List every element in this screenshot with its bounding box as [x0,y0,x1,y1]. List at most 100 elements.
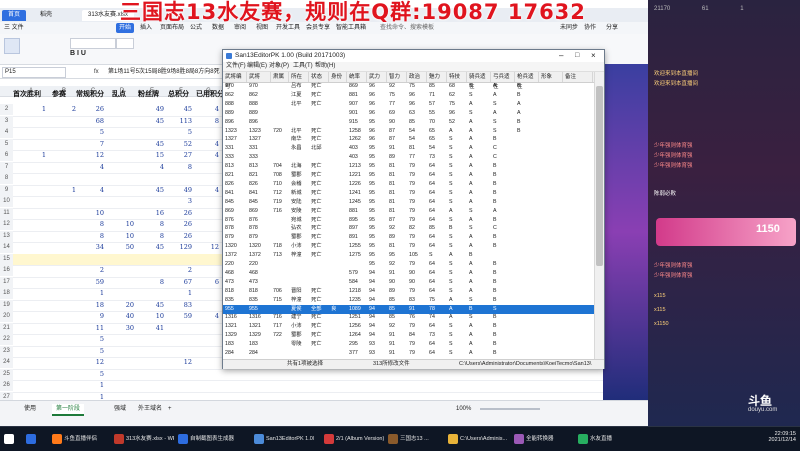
sheet-cell[interactable] [195,346,219,357]
editor-column-header-cell[interactable]: 肃属 [271,72,289,82]
sheet-cell[interactable]: 16 [137,208,164,219]
sheet-cell[interactable] [107,139,134,150]
editor-column-header-cell[interactable]: 特技 [447,72,467,82]
sheet-cell[interactable]: 4 [137,162,164,173]
sheet-tab-3[interactable]: 强域 [110,404,130,414]
taskbar-item[interactable]: 三国志13 ... [386,430,448,448]
editor-column-header-cell[interactable]: 武力 [367,72,387,82]
sheet-cell[interactable]: 4 [195,104,219,115]
row-number[interactable]: 11 [0,207,13,219]
menu-view[interactable]: 视图 [256,23,268,33]
sheet-cell[interactable] [107,254,134,265]
sheet-cell[interactable] [167,323,192,334]
sheet-cell[interactable]: 68 [79,116,104,127]
sheet-cell[interactable] [195,219,219,230]
sheet-cell[interactable]: 45 [137,185,164,196]
sheet-cell[interactable]: 113 [167,116,192,127]
sheet-cell[interactable]: 26 [167,231,192,242]
sheet-cell[interactable] [49,300,76,311]
editor-column-header-cell[interactable]: 枪兵适性 [515,72,539,90]
zoom-slider[interactable] [480,408,540,410]
sheet-cell[interactable] [49,357,76,368]
editor-column-header-cell[interactable]: 政治 [407,72,427,82]
editor-scrollbar[interactable] [594,72,604,359]
font-select[interactable] [70,38,116,49]
tab-docer[interactable]: 稻壳 [34,10,58,21]
sheet-cell[interactable] [195,208,219,219]
command-search[interactable]: 查找命令、搜索模板 [380,23,434,33]
sheet-cell[interactable] [195,357,219,368]
sheet-cell[interactable] [49,288,76,299]
sheet-cell[interactable] [49,208,76,219]
sheet-cell[interactable]: 45 [167,104,192,115]
sheet-cell[interactable]: 1 [49,185,76,196]
sheet-cell[interactable] [13,334,46,345]
menu-layout[interactable]: 页面布局 [160,23,184,33]
menu-editor-edit[interactable]: 编辑(E) [247,62,267,71]
menu-editor-object[interactable]: 对象(P) [269,62,289,71]
row-number[interactable]: 23 [0,345,13,357]
sheet-cell[interactable]: 4 [195,185,219,196]
sheet-cell[interactable] [195,288,219,299]
editor-column-header-cell[interactable]: 魅力 [427,72,447,82]
sheet-cell[interactable] [49,196,76,207]
menu-editor-tools[interactable]: 工具(T) [293,62,313,71]
sheet-cell[interactable]: 1 [167,288,192,299]
editor-row[interactable]: 284 284 377 93 91 79 64 S A B [223,349,594,359]
sheet-cell[interactable]: 10 [107,231,134,242]
row-number[interactable]: 3 [0,115,13,127]
sheet-cell[interactable] [13,231,46,242]
editor-scroll-thumb[interactable] [596,86,603,266]
font-size-select[interactable] [116,38,134,49]
sheet-cell[interactable]: 11 [79,323,104,334]
sheet-cell[interactable] [107,288,134,299]
sheet-cell[interactable]: 4 [79,185,104,196]
sheet-cell[interactable]: 34 [79,242,104,253]
tab-home[interactable]: 首页 [2,10,27,21]
sheet-cell[interactable] [195,196,219,207]
sheet-cell[interactable] [107,150,134,161]
row-number[interactable]: 10 [0,196,13,207]
sheet-cell[interactable] [107,346,134,357]
sheet-cell[interactable] [167,346,192,357]
sheet-cell[interactable] [137,346,164,357]
sheet-cell[interactable] [167,173,192,184]
sheet-cell[interactable] [49,369,76,380]
sheet-cell[interactable] [49,231,76,242]
sheet-cell[interactable] [195,265,219,276]
menu-file[interactable]: 三 文件 [4,23,24,33]
sheet-cell[interactable] [79,254,104,265]
sheet-cell[interactable] [49,277,76,288]
sheet-cell[interactable] [195,162,219,173]
sheet-cell[interactable] [49,116,76,127]
row-number[interactable]: 21 [0,322,13,334]
editor-column-header-cell[interactable]: 状态 [309,72,329,82]
sheet-cell[interactable] [13,242,46,253]
sheet-cell[interactable] [195,369,219,380]
sheet-cell[interactable] [13,277,46,288]
sheet-cell[interactable] [13,116,46,127]
sheet-cell[interactable] [137,254,164,265]
sheet-cell[interactable] [13,369,46,380]
menu-smart[interactable]: 智能工具箱 [336,23,366,33]
sheet-cell[interactable] [167,254,192,265]
sheet-cell[interactable] [107,196,134,207]
sheet-cell[interactable] [107,334,134,345]
sheet-cell[interactable]: 8 [137,231,164,242]
sheet-cell[interactable] [49,265,76,276]
sheet-cell[interactable]: 8 [195,116,219,127]
sheet-cell[interactable] [13,357,46,368]
row-number[interactable]: 25 [0,368,13,380]
row-number[interactable]: 7 [0,161,13,173]
sheet-cell[interactable] [107,357,134,368]
row-number[interactable]: 18 [0,288,13,299]
sheet-cell[interactable]: 2 [49,104,76,115]
sheet-cell[interactable]: 40 [107,311,134,322]
sheet-cell[interactable]: 5 [79,369,104,380]
sheet-cell[interactable]: 10 [137,311,164,322]
sheet-cell[interactable] [49,254,76,265]
editor-column-header-cell[interactable]: 身份 [329,72,347,82]
sheet-cell[interactable]: 5 [79,346,104,357]
taskbar-item[interactable]: 水友直播 [576,430,638,448]
sheet-cell[interactable]: 4 [195,311,219,322]
